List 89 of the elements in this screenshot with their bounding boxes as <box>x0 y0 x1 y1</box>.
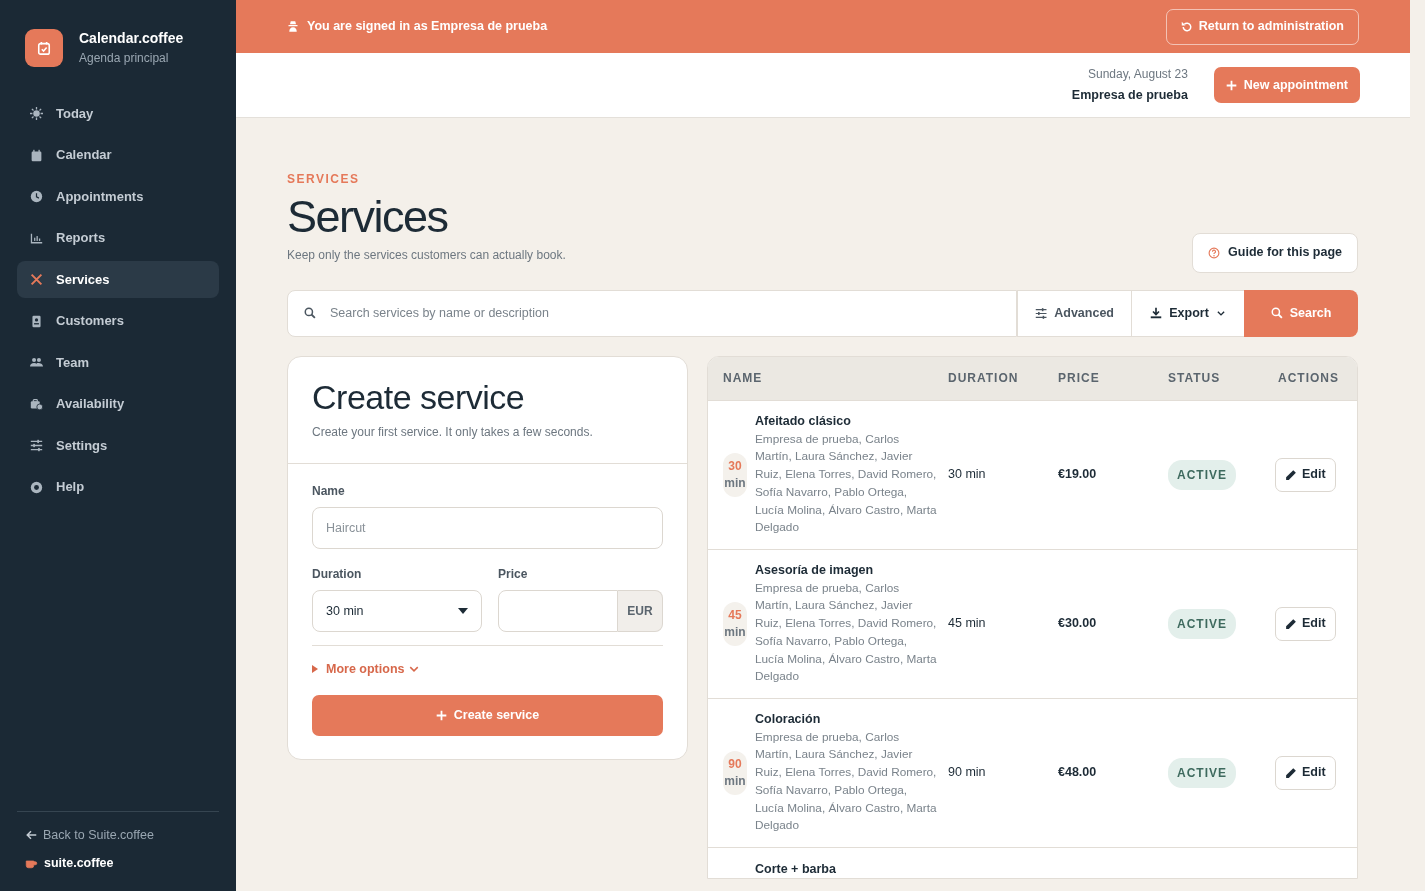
edit-button[interactable]: Edit <box>1275 457 1336 492</box>
status-pill: ACTIVE <box>1168 608 1236 639</box>
sidebar-item[interactable]: Availability <box>17 385 219 423</box>
sliders-icon <box>1035 306 1048 320</box>
eyebrow-label: SERVICES <box>287 171 361 188</box>
service-name: Afeitado clásico <box>755 413 852 430</box>
price-cell-text: €19.00 <box>1058 466 1098 484</box>
briefcase-clock-icon <box>30 397 43 411</box>
calendar-icon <box>30 148 43 162</box>
price-cell-text: €30.00 <box>1058 615 1098 633</box>
download-icon <box>1150 307 1163 319</box>
lifebuoy-icon <box>30 480 43 494</box>
search-input[interactable]: Search services by name or description <box>328 302 1000 324</box>
duration-badge: 90 min <box>723 750 747 795</box>
column-header: PRICE <box>1058 370 1101 387</box>
sidebar-item[interactable]: Appointments <box>17 178 219 215</box>
sidebar-item[interactable]: Customers <box>17 302 219 340</box>
caret-down-icon <box>458 607 468 614</box>
chart-icon <box>30 231 43 245</box>
sidebar-item[interactable]: Today <box>17 95 219 132</box>
price-input[interactable] <box>498 589 618 632</box>
pencil-icon <box>1285 617 1297 630</box>
staff-list: Empresa de prueba, Carlos Martín, Laura Sánchez, Javier Ruiz, Elena Torres, David Romero, Sofía Navarro, Pablo Ortega, Lucía Molina, Álvaro Castro, Marta Delgado <box>755 579 939 686</box>
price-label: Price <box>498 565 529 583</box>
sidebar-item[interactable]: Services <box>17 261 219 298</box>
chevron-down-icon <box>1215 308 1226 318</box>
name-label: Name <box>312 482 346 500</box>
sidebar-item[interactable]: Reports <box>17 219 219 257</box>
search-field[interactable]: Search services by name or description <box>287 289 1017 337</box>
duration-cell-text: 45 min <box>948 615 987 633</box>
edit-button[interactable]: Edit <box>1275 606 1336 641</box>
brand-subtitle: Agenda principal <box>79 50 170 67</box>
banner-message: You are signed in as Empresa de prueba <box>307 18 548 36</box>
sidebar-item[interactable]: Team <box>17 344 219 381</box>
plus-icon <box>1225 79 1237 91</box>
column-header: NAME <box>722 370 764 387</box>
sidebar-item[interactable]: Calendar <box>17 136 219 174</box>
sidebar-item[interactable]: Settings <box>17 427 219 464</box>
logo-icon <box>25 28 63 67</box>
advanced-button[interactable]: Advanced <box>1017 289 1131 337</box>
duration-select[interactable]: 30 min <box>312 589 482 632</box>
column-header: STATUS <box>1168 370 1222 387</box>
caret-right-icon <box>312 665 318 674</box>
currency-label: EUR <box>618 589 663 632</box>
people-icon <box>30 356 43 369</box>
guide-button[interactable]: Guide for this page <box>1192 232 1358 273</box>
contact-card-icon <box>30 314 43 328</box>
cup-icon <box>25 857 38 870</box>
export-button[interactable]: Export <box>1131 289 1244 337</box>
form-subtitle: Create your first service. It only takes a few seconds. <box>312 423 594 441</box>
search-icon <box>304 307 316 319</box>
help-circle-icon <box>1208 246 1221 259</box>
sidebar-item[interactable]: Help <box>17 468 219 506</box>
footer-brand: suite.coffee <box>44 855 114 873</box>
edit-button[interactable]: Edit <box>1275 755 1336 790</box>
arrow-left-icon <box>25 828 37 841</box>
search-icon <box>1270 307 1283 319</box>
status-pill: ACTIVE <box>1168 757 1236 788</box>
page-subtitle: Keep only the services customers can actually book. <box>287 246 566 264</box>
pencil-icon <box>1285 468 1297 481</box>
name-input[interactable]: Haircut <box>312 506 663 549</box>
header-company: Empresa de prueba <box>1071 87 1188 105</box>
more-options-toggle[interactable]: More options <box>312 659 420 679</box>
staff-list: Empresa de prueba, Carlos Martín, Laura Sánchez, Javier Ruiz, Elena Torres, David Romero, Sofía Navarro, Pablo Ortega, Lucía Molina, Álvaro Castro, Marta Delgado <box>755 728 939 835</box>
duration-cell-text: 30 min <box>948 466 987 484</box>
staff-list: Empresa de prueba, Carlos Martín, Laura Sánchez, Javier Ruiz, Elena Torres, David Romero, Sofía Navarro, Pablo Ortega, Lucía Molina, Álvaro Castro, Marta Delgado <box>755 430 939 537</box>
brand-name: Calendar.coffee <box>79 29 184 48</box>
sliders-icon <box>30 439 43 452</box>
service-name: Asesoría de imagen <box>755 562 875 579</box>
page-title: Services <box>287 192 449 242</box>
duration-badge: 45 min <box>723 601 747 646</box>
form-title: Create service <box>312 378 526 416</box>
duration-cell-text: 90 min <box>948 764 987 782</box>
duration-badge: 30 min <box>723 452 747 497</box>
pencil-icon <box>1285 766 1297 779</box>
column-header: ACTIONS <box>1278 370 1340 387</box>
price-cell-text: €48.00 <box>1058 764 1098 782</box>
plus-icon <box>435 709 447 721</box>
service-name: Corte + barba <box>755 860 836 878</box>
user-secret-icon <box>287 20 299 33</box>
clock-icon <box>30 190 43 203</box>
status-pill: ACTIVE <box>1168 459 1236 490</box>
duration-label: Duration <box>312 565 363 583</box>
sun-icon <box>30 107 43 120</box>
service-name: Coloración <box>755 711 822 728</box>
undo-icon <box>1180 20 1193 33</box>
column-header: DURATION <box>948 370 1020 387</box>
header-date: Sunday, August 23 <box>1086 66 1188 84</box>
back-link[interactable]: Back to Suite.coffee <box>17 825 219 845</box>
